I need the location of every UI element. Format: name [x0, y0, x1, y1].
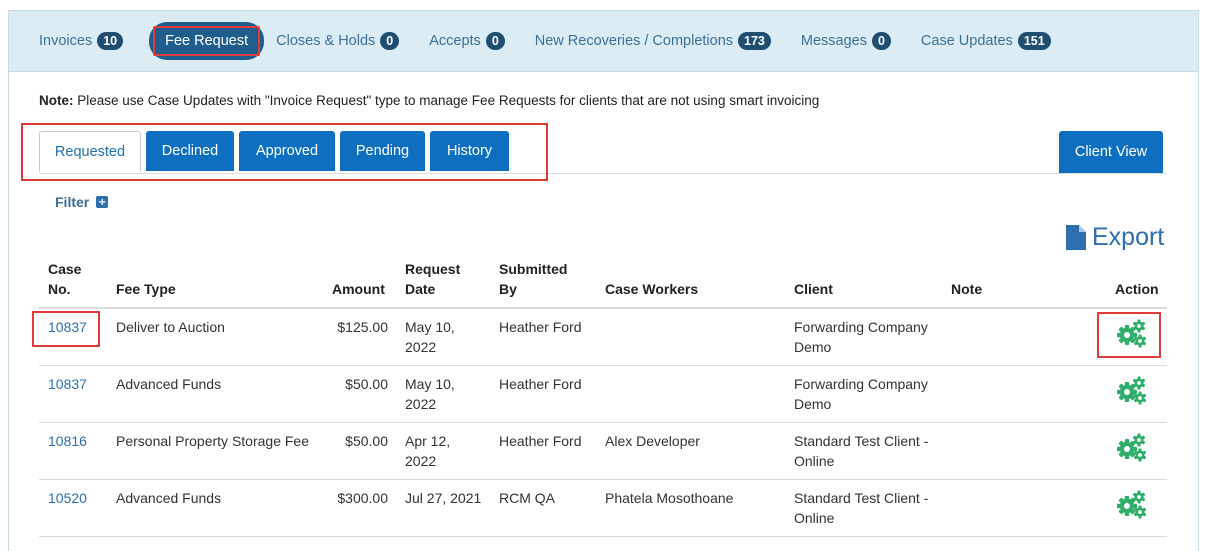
- nav-closes-holds-count-badge: 0: [380, 32, 400, 50]
- submitted-by-cell: RCM QA: [499, 490, 555, 506]
- nav-new-recoveries-label: New Recoveries / Completions: [534, 33, 734, 49]
- tab-declined[interactable]: Declined: [146, 131, 234, 171]
- request-date-cell: May 10, 2022: [405, 376, 455, 412]
- tab-requested-label: Requested: [54, 143, 126, 160]
- header-case-no: Case No.: [48, 261, 82, 297]
- fee-request-panel: Invoices 10 Fee Request Closes & Holds 0…: [8, 10, 1199, 551]
- nav-messages[interactable]: Messages 0: [801, 32, 891, 50]
- case-no-link[interactable]: 10837: [48, 374, 87, 394]
- client-cell: Standard Test Client - Online: [794, 433, 929, 469]
- note-text: Note: Please use Case Updates with "Invo…: [39, 93, 819, 108]
- filter-toggle[interactable]: Filter +: [55, 194, 109, 210]
- tab-pending-label: Pending: [355, 143, 410, 159]
- submitted-by-cell: Heather Ford: [499, 376, 582, 392]
- amount-cell: $50.00: [345, 376, 388, 392]
- case-no-link[interactable]: 10520: [48, 488, 87, 508]
- table-row: 10816 Personal Property Storage Fee $50.…: [39, 423, 1167, 480]
- status-tabs: Requested Declined Approved Pending Hist…: [39, 129, 1167, 174]
- tab-approved[interactable]: Approved: [239, 131, 335, 171]
- nav-messages-count-badge: 0: [871, 32, 891, 50]
- tab-history[interactable]: History: [430, 131, 509, 171]
- filter-label: Filter: [55, 194, 90, 210]
- fee-type-cell: Deliver to Auction: [116, 319, 225, 335]
- nav-invoices[interactable]: Invoices 10: [39, 32, 124, 50]
- tab-requested[interactable]: Requested: [39, 131, 141, 172]
- table-row: 10837 Advanced Funds $50.00 May 10, 2022 …: [39, 366, 1167, 423]
- export-label: Export: [1092, 223, 1165, 251]
- client-cell: Standard Test Client - Online: [794, 490, 929, 526]
- submitted-by-cell: Heather Ford: [499, 319, 582, 335]
- header-action: Action: [1115, 281, 1159, 297]
- nav-fee-request-label: Fee Request: [153, 26, 261, 56]
- case-no-link[interactable]: 10816: [48, 431, 87, 451]
- nav-case-updates-label: Case Updates: [920, 33, 1013, 49]
- header-client: Client: [794, 281, 833, 297]
- nav-new-recoveries[interactable]: New Recoveries / Completions 173: [535, 32, 771, 50]
- gears-icon[interactable]: [1115, 375, 1147, 405]
- header-submitted-by: Submitted By: [499, 261, 568, 297]
- nav-accepts-count-badge: 0: [485, 32, 505, 50]
- case-workers-cell: Phatela Mosothoane: [605, 490, 734, 506]
- header-case-workers: Case Workers: [605, 281, 699, 297]
- nav-new-recoveries-count-badge: 173: [738, 32, 771, 50]
- submitted-by-cell: Heather Ford: [499, 433, 582, 449]
- top-navigation-bar: Invoices 10 Fee Request Closes & Holds 0…: [9, 11, 1198, 72]
- nav-messages-label: Messages: [800, 33, 867, 49]
- fee-type-cell: Advanced Funds: [116, 490, 222, 506]
- gears-icon[interactable]: [1115, 318, 1147, 348]
- table-header: Case No. Fee Type Amount Request Date Subm…: [39, 258, 1167, 309]
- gears-icon[interactable]: [1115, 489, 1147, 519]
- tab-approved-label: Approved: [255, 143, 319, 159]
- note-label: Note:: [39, 93, 74, 108]
- amount-cell: $125.00: [337, 319, 388, 335]
- request-date-cell: Jul 27, 2021: [405, 490, 482, 506]
- plus-icon: +: [96, 196, 109, 208]
- header-amount: Amount: [332, 281, 385, 297]
- tab-declined-label: Declined: [161, 143, 219, 159]
- export-button[interactable]: Export: [1066, 223, 1164, 252]
- request-date-cell: Apr 12, 2022: [405, 433, 451, 469]
- tab-history-label: History: [446, 143, 493, 159]
- nav-case-updates[interactable]: Case Updates 151: [921, 32, 1051, 50]
- nav-case-updates-count-badge: 151: [1017, 32, 1051, 50]
- client-cell: Forwarding Company Demo: [794, 319, 928, 355]
- nav-fee-request[interactable]: Fee Request: [149, 22, 265, 60]
- document-icon: [1066, 225, 1086, 250]
- tab-pending[interactable]: Pending: [340, 131, 425, 171]
- fee-type-cell: Advanced Funds: [116, 376, 222, 392]
- nav-closes-holds[interactable]: Closes & Holds 0: [276, 32, 400, 50]
- header-note: Note: [951, 281, 983, 297]
- case-no-link[interactable]: 10837: [48, 317, 87, 337]
- top-nav: Invoices 10 Fee Request Closes & Holds 0…: [39, 11, 1069, 71]
- note-message: Please use Case Updates with "Invoice Re…: [73, 93, 820, 108]
- table-row: 10520 Advanced Funds $300.00 Jul 27, 202…: [39, 480, 1167, 537]
- fee-type-cell: Personal Property Storage Fee: [116, 433, 309, 449]
- fee-request-table: Case No. Fee Type Amount Request Date Subm…: [32, 258, 1167, 537]
- nav-accepts-label: Accepts: [429, 33, 481, 49]
- header-fee-type: Fee Type: [116, 281, 176, 297]
- amount-cell: $50.00: [345, 433, 388, 449]
- gears-icon[interactable]: [1115, 432, 1147, 462]
- nav-invoices-count-badge: 10: [97, 32, 124, 50]
- request-date-cell: May 10, 2022: [405, 319, 455, 355]
- nav-invoices-label: Invoices: [39, 33, 93, 49]
- amount-cell: $300.00: [337, 490, 388, 506]
- case-workers-cell: Alex Developer: [605, 433, 700, 449]
- table-row: 10837 Deliver to Auction $125.00 May 10,…: [32, 309, 1167, 366]
- nav-closes-holds-label: Closes & Holds: [276, 33, 376, 49]
- nav-accepts[interactable]: Accepts 0: [429, 32, 505, 50]
- client-view-button[interactable]: Client View: [1059, 131, 1163, 173]
- client-cell: Forwarding Company Demo: [794, 376, 928, 412]
- header-request-date: Request Date: [405, 261, 461, 297]
